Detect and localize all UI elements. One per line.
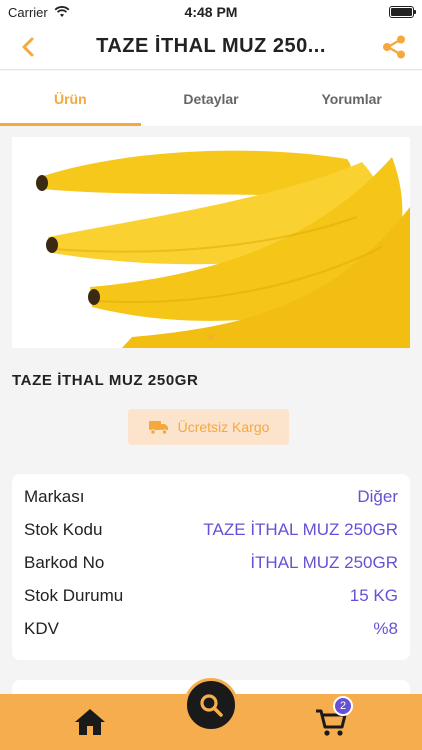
info-value: TAZE İTHAL MUZ 250GR	[203, 519, 398, 539]
carrier-label: Carrier	[8, 4, 48, 20]
info-row-barcode: Barkod No İTHAL MUZ 250GR	[24, 546, 398, 579]
share-button[interactable]	[378, 31, 410, 63]
search-icon	[200, 694, 223, 717]
info-label: Stok Durumu	[24, 585, 124, 605]
search-button[interactable]	[184, 678, 238, 732]
status-bar: Carrier 4:48 PM	[0, 0, 422, 24]
page-title: TAZE İTHAL MUZ 250...	[96, 35, 326, 57]
info-label: KDV	[24, 618, 59, 638]
info-row-vat: KDV %8	[24, 612, 398, 645]
info-value: İTHAL MUZ 250GR	[250, 552, 398, 572]
home-icon	[75, 709, 105, 735]
info-label: Stok Kodu	[24, 519, 103, 539]
banana-image	[12, 137, 410, 348]
info-value: 15 KG	[349, 585, 398, 605]
chevron-left-icon	[22, 37, 34, 56]
battery-icon	[389, 6, 416, 18]
home-button[interactable]	[70, 702, 110, 742]
free-shipping-badge: Ücretsiz Kargo	[128, 409, 289, 445]
back-button[interactable]	[12, 31, 44, 63]
product-tabs: Ürün Detaylar Yorumlar	[0, 71, 422, 126]
carousel-dot	[208, 334, 214, 340]
info-value: Diğer	[357, 486, 398, 506]
tab-detaylar[interactable]: Detaylar	[141, 71, 282, 126]
info-label: Markası	[24, 486, 85, 506]
free-shipping-label: Ücretsiz Kargo	[177, 419, 270, 435]
product-info-card: Markası Diğer Stok Kodu TAZE İTHAL MUZ 2…	[12, 474, 410, 660]
cart-button[interactable]: 2	[309, 696, 353, 742]
info-row-stock-status: Stok Durumu 15 KG	[24, 579, 398, 612]
product-title: TAZE İTHAL MUZ 250GR	[12, 372, 199, 389]
info-value: %8	[373, 618, 398, 638]
tab-yorumlar[interactable]: Yorumlar	[281, 71, 422, 126]
product-image-carousel[interactable]	[12, 137, 410, 348]
info-label: Barkod No	[24, 552, 105, 572]
info-row-stock-code: Stok Kodu TAZE İTHAL MUZ 250GR	[24, 513, 398, 546]
tab-urun[interactable]: Ürün	[0, 71, 141, 126]
status-left: Carrier	[8, 5, 70, 20]
carousel-indicator	[12, 334, 410, 340]
cart-count-badge: 2	[333, 696, 353, 716]
share-icon	[383, 35, 405, 58]
info-row-brand: Markası Diğer	[24, 480, 398, 513]
navigation-bar: TAZE İTHAL MUZ 250...	[0, 24, 422, 70]
truck-icon	[148, 421, 168, 435]
wifi-icon	[54, 6, 70, 17]
